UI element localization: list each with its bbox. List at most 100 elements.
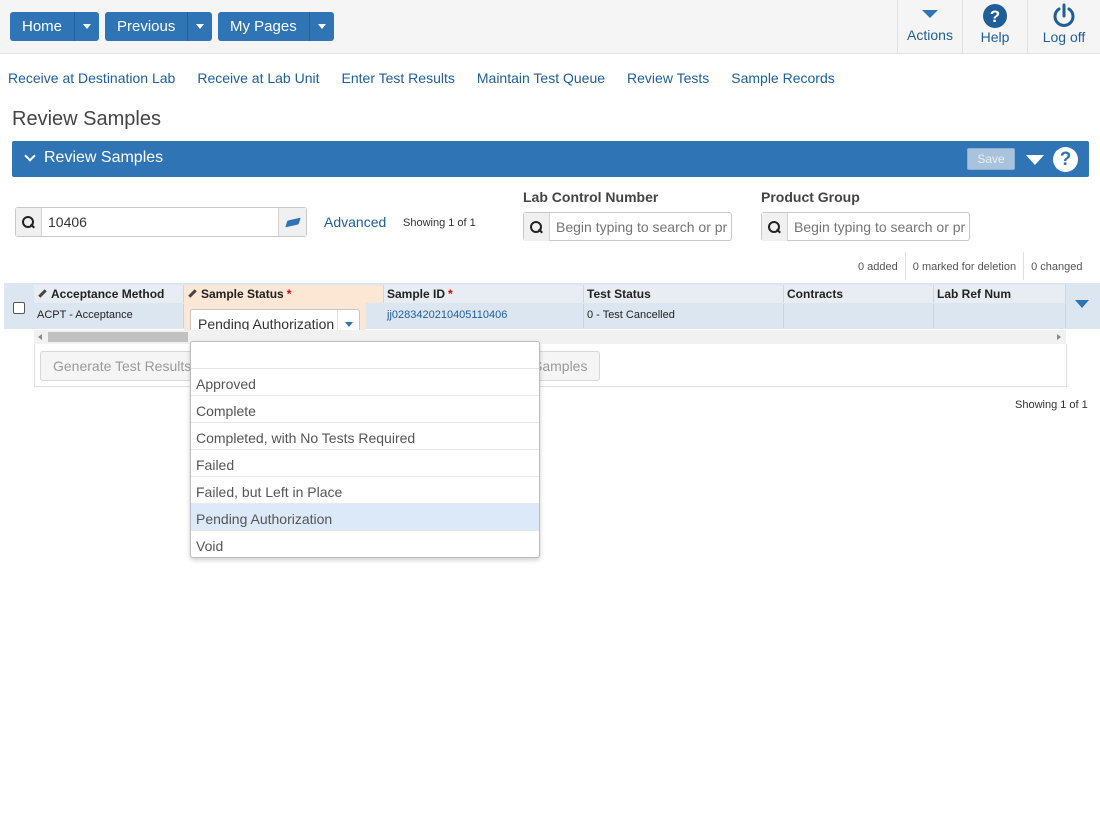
required-asterisk: * (448, 287, 453, 301)
cell-sample-id[interactable]: jj0283420210405110406 (384, 304, 584, 328)
col-sample-status[interactable]: Sample Status * (184, 285, 384, 303)
search-icon-box[interactable] (762, 213, 788, 241)
pencil-icon (188, 289, 197, 299)
my-pages-button[interactable]: My Pages (218, 12, 310, 41)
my-pages-menu-caret[interactable] (309, 12, 334, 41)
cell-lab-ref-num[interactable] (934, 304, 1066, 328)
power-icon (1053, 3, 1075, 27)
logoff-label: Log off (1042, 29, 1086, 45)
col-test-status[interactable]: Test Status (584, 285, 784, 303)
status-option-pending-authorization[interactable]: Pending Authorization (191, 504, 539, 531)
col-label: Test Status (587, 287, 651, 301)
search-icon (530, 220, 543, 234)
product-group-label: Product Group (761, 189, 860, 205)
grid-horizontal-scrollbar[interactable] (34, 330, 1066, 344)
clear-search-button[interactable] (278, 208, 306, 236)
deletion-count: 0 marked for deletion (904, 252, 1023, 280)
help-icon: ? (983, 4, 1007, 28)
quick-links: Receive at Destination Lab Receive at La… (8, 70, 857, 86)
my-pages-button-group: My Pages (218, 12, 334, 41)
actions-menu[interactable]: Actions (897, 0, 962, 54)
col-acceptance-method[interactable]: Acceptance Method (34, 285, 184, 303)
panel-menu-caret-icon[interactable] (1026, 155, 1044, 165)
showing-count-top: Showing 1 of 1 (403, 217, 476, 229)
pencil-icon (38, 289, 47, 299)
panel-help-icon[interactable]: ? (1053, 147, 1078, 172)
help-label: Help (980, 29, 1010, 45)
generate-test-results-button[interactable]: Generate Test Results (40, 351, 210, 381)
status-option-void[interactable]: Void (191, 531, 539, 558)
svg-text:?: ? (990, 7, 1000, 26)
panel-header: Review Samples Save ? (12, 141, 1089, 177)
col-contracts[interactable]: Contracts (784, 285, 934, 303)
product-group-field (761, 212, 970, 241)
scroll-left-icon[interactable] (38, 334, 42, 340)
lab-control-number-input[interactable] (554, 216, 729, 238)
product-group-input[interactable] (792, 216, 967, 238)
showing-count-bottom: Showing 1 of 1 (1015, 399, 1088, 411)
status-option-complete[interactable]: Complete (191, 396, 539, 423)
previous-button[interactable]: Previous (105, 12, 189, 41)
caret-down-icon (344, 321, 353, 327)
lab-control-number-label: Lab Control Number (523, 189, 659, 205)
col-label: Lab Ref Num (937, 287, 1012, 301)
panel-title: Review Samples (44, 149, 164, 166)
col-lab-ref-num[interactable]: Lab Ref Num (934, 285, 1066, 303)
col-sample-id[interactable]: Sample ID * (384, 285, 584, 303)
caret-down-icon (317, 24, 326, 29)
sample-search (15, 207, 307, 237)
link-receive-lab-unit[interactable]: Receive at Lab Unit (197, 70, 319, 86)
link-review-tests[interactable]: Review Tests (627, 70, 709, 86)
status-option-completed-no-tests[interactable]: Completed, with No Tests Required (191, 423, 539, 450)
col-label: Contracts (787, 287, 844, 301)
cell-acceptance-method[interactable]: ACPT - Acceptance (34, 304, 184, 328)
search-icon (768, 220, 781, 234)
scroll-right-icon[interactable] (1057, 334, 1061, 340)
actions-label: Actions (907, 27, 953, 43)
chevron-down-icon (24, 150, 36, 162)
sample-status-dropdown: Approved Complete Completed, with No Tes… (190, 341, 540, 558)
change-counts: 0 added 0 marked for deletion 0 changed (851, 252, 1090, 280)
col-label: Sample Status (201, 287, 284, 301)
search-input[interactable] (46, 211, 286, 233)
caret-down-icon (196, 24, 205, 29)
previous-menu-caret[interactable] (188, 12, 213, 41)
link-sample-records[interactable]: Sample Records (731, 70, 835, 86)
added-count: 0 added (858, 261, 898, 273)
actions-caret-icon (922, 10, 938, 18)
right-menu: Actions ? Help Log off (897, 0, 1100, 54)
status-option-approved[interactable]: Approved (191, 369, 539, 396)
panel-collapse-toggle[interactable]: Review Samples (24, 149, 163, 167)
scroll-thumb[interactable] (48, 332, 188, 342)
advanced-search-link[interactable]: Advanced (324, 214, 386, 230)
home-menu-caret[interactable] (75, 12, 100, 41)
eraser-icon (284, 217, 301, 227)
col-label: Sample ID (387, 287, 446, 301)
caret-down-icon (83, 24, 92, 29)
cell-contracts[interactable] (784, 304, 934, 328)
page-title: Review Samples (12, 108, 161, 130)
home-button[interactable]: Home (10, 12, 76, 41)
col-label: Acceptance Method (51, 287, 165, 301)
status-option-failed[interactable]: Failed (191, 450, 539, 477)
status-option-failed-left-in-place[interactable]: Failed, but Left in Place (191, 477, 539, 504)
link-maintain-test-queue[interactable]: Maintain Test Queue (477, 70, 605, 86)
cell-test-status[interactable]: 0 - Test Cancelled (584, 304, 784, 328)
search-icon (22, 215, 35, 229)
dropdown-filter-input[interactable] (191, 342, 539, 369)
save-button[interactable]: Save (967, 148, 1015, 170)
row-select-checkbox[interactable] (13, 302, 25, 314)
help-menu[interactable]: ? Help (962, 0, 1027, 54)
row-expand-caret-icon[interactable] (1075, 300, 1089, 308)
changed-count: 0 changed (1023, 252, 1089, 280)
lab-control-number-field (523, 212, 732, 241)
required-asterisk: * (286, 287, 292, 301)
search-icon-box[interactable] (16, 208, 42, 236)
previous-button-group: Previous (105, 12, 213, 41)
home-button-group: Home (10, 12, 100, 41)
logoff-menu[interactable]: Log off (1027, 0, 1100, 54)
search-icon-box[interactable] (524, 213, 550, 241)
link-receive-destination-lab[interactable]: Receive at Destination Lab (8, 70, 175, 86)
top-toolbar: Home Previous My Pages Actions ? Help Lo… (0, 0, 1100, 54)
link-enter-test-results[interactable]: Enter Test Results (342, 70, 455, 86)
